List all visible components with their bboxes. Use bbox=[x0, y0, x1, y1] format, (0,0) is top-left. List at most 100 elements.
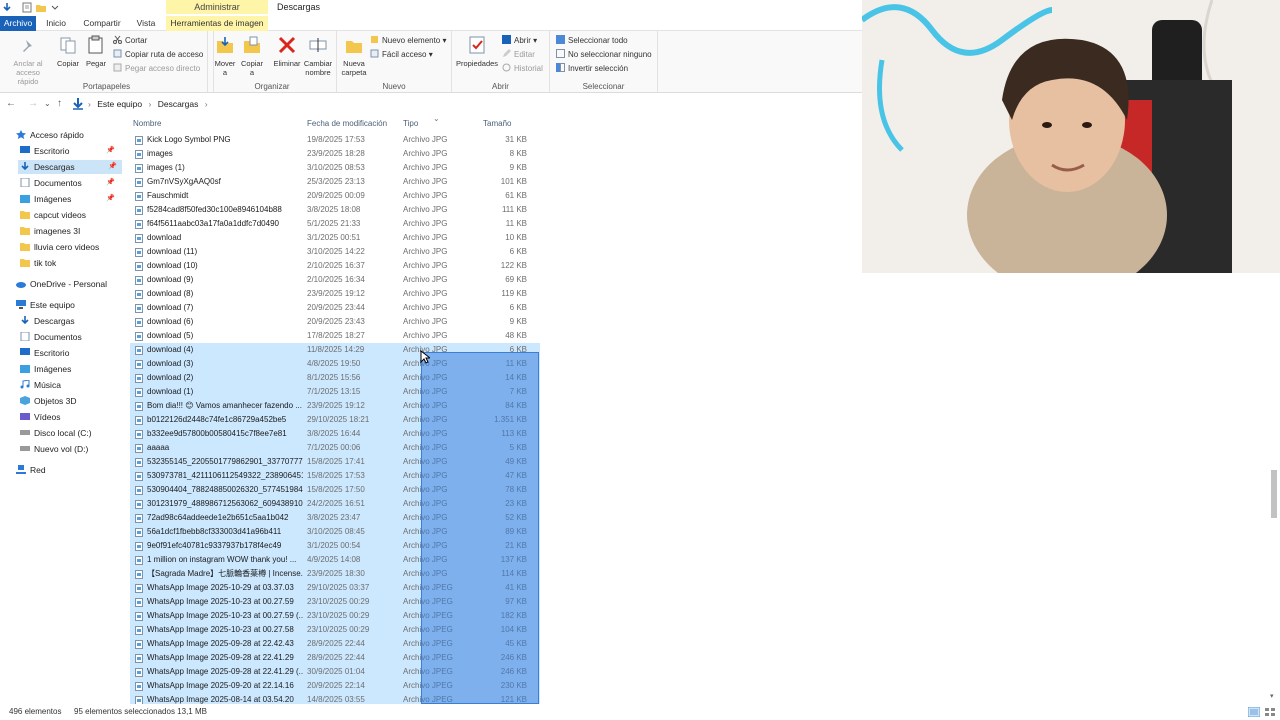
nav-escritorio-pc[interactable]: Escritorio bbox=[20, 346, 69, 360]
column-header-name[interactable]: Nombre bbox=[133, 119, 161, 128]
select-all-button[interactable]: Seleccionar todo bbox=[556, 35, 628, 47]
paste-button[interactable]: Pegar bbox=[84, 35, 108, 68]
history-button[interactable]: Historial bbox=[502, 63, 543, 75]
nav-red[interactable]: Red bbox=[16, 463, 46, 477]
nav-este-equipo[interactable]: Este equipo bbox=[16, 298, 75, 312]
file-row[interactable]: download (11) 3/10/2025 14:22 Archivo JPG 6… bbox=[130, 245, 540, 259]
nav-documentos-pc[interactable]: Documentos bbox=[20, 330, 82, 344]
column-header-date[interactable]: Fecha de modificación bbox=[307, 119, 387, 128]
image-file-icon bbox=[135, 178, 143, 187]
pin-icon[interactable]: 📌 bbox=[106, 147, 115, 155]
forward-icon[interactable]: → bbox=[28, 98, 38, 109]
properties-icon[interactable] bbox=[22, 2, 32, 13]
file-name: download (8) bbox=[147, 289, 194, 298]
up-icon[interactable]: ↑ bbox=[57, 98, 62, 109]
copy-to-button[interactable]: Copiar a bbox=[240, 35, 264, 77]
nav-onedrive[interactable]: OneDrive - Personal bbox=[16, 277, 107, 291]
invert-selection-button[interactable]: Invertir selección bbox=[556, 63, 628, 75]
nav-objetos-3d[interactable]: Objetos 3D bbox=[20, 394, 77, 408]
tab-compartir[interactable]: Compartir bbox=[80, 16, 124, 31]
tab-inicio[interactable]: Inicio bbox=[40, 16, 72, 31]
scroll-down-arrow-icon[interactable]: ▾ bbox=[1270, 692, 1274, 700]
nav-musica[interactable]: Música bbox=[20, 378, 61, 392]
details-view-icon[interactable] bbox=[1248, 707, 1260, 717]
column-header-type[interactable]: Tipo bbox=[403, 119, 418, 128]
file-date: 30/9/2025 01:04 bbox=[307, 667, 365, 676]
back-icon[interactable]: ← bbox=[6, 98, 16, 109]
easy-access-button[interactable]: Fácil acceso ▾ bbox=[370, 49, 433, 61]
nav-escritorio[interactable]: Escritorio 📌 bbox=[20, 144, 120, 158]
breadcrumb-descargas[interactable]: Descargas bbox=[158, 99, 199, 109]
nav-nuevo-vol-d[interactable]: Nuevo vol (D:) bbox=[20, 442, 88, 456]
file-row[interactable]: Kick Logo Symbol PNG 19/8/2025 17:53 Archi… bbox=[130, 133, 540, 147]
tab-vista[interactable]: Vista bbox=[132, 16, 160, 31]
image-file-icon bbox=[135, 472, 143, 481]
tab-herramientas-imagen[interactable]: Herramientas de imagen bbox=[166, 16, 268, 31]
pin-icon[interactable]: 📌 bbox=[106, 195, 115, 203]
chevron-down-icon[interactable] bbox=[50, 2, 60, 13]
cut-button[interactable]: Cortar bbox=[113, 35, 147, 47]
pin-icon[interactable]: 📌 bbox=[108, 163, 117, 171]
recent-chevron-icon[interactable]: ⌄ bbox=[44, 99, 51, 108]
nav-disco-c[interactable]: Disco local (C:) bbox=[20, 426, 92, 440]
file-name: Fauschmidt bbox=[147, 191, 189, 200]
select-none-button[interactable]: No seleccionar ninguno bbox=[556, 49, 652, 61]
file-size: 31 KB bbox=[505, 135, 527, 144]
copy-button[interactable]: Copiar bbox=[56, 35, 80, 68]
file-row[interactable]: images (1) 3/10/2025 08:53 Archivo JPG 9 KB bbox=[130, 161, 540, 175]
file-name: 530904404_788248850026320_5774519843... bbox=[147, 485, 303, 494]
copy-label: Copiar bbox=[56, 59, 80, 68]
open-button[interactable]: Abrir ▾ bbox=[502, 35, 537, 47]
file-row[interactable]: f64f5611aabc03a17fa0a1ddfc7d0490 5/1/2025… bbox=[130, 217, 540, 231]
new-folder-button[interactable]: Nueva carpeta bbox=[340, 35, 368, 77]
breadcrumb-separator: › bbox=[88, 99, 91, 109]
edit-button[interactable]: Editar bbox=[502, 49, 535, 61]
pin-quick-access-button[interactable]: Anclar al acceso rápido bbox=[2, 35, 54, 86]
group-label-organizar: Organizar bbox=[254, 82, 290, 91]
folder-icon[interactable] bbox=[36, 2, 46, 13]
paste-shortcut-button[interactable]: Pegar acceso directo bbox=[113, 63, 200, 75]
file-row[interactable]: download (5) 17/8/2025 18:27 Archivo JPG 48… bbox=[130, 329, 540, 343]
nav-videos[interactable]: Vídeos bbox=[20, 410, 60, 424]
file-row[interactable]: images 23/9/2025 18:28 Archivo JPG 8 KB bbox=[130, 147, 540, 161]
rename-button[interactable]: Cambiar nombre bbox=[302, 35, 334, 77]
quick-access-down-icon[interactable] bbox=[2, 2, 12, 13]
file-row[interactable]: f5284cad8f50fed30c100e8946104b88 3/8/2025… bbox=[130, 203, 540, 217]
image-file-icon bbox=[135, 500, 143, 509]
nav-lluvia-cero-videos[interactable]: lluvia cero videos bbox=[20, 240, 99, 254]
image-file-icon bbox=[135, 164, 143, 173]
tab-archivo[interactable]: Archivo bbox=[0, 16, 36, 31]
nav-descargas[interactable]: Descargas 📌 bbox=[18, 160, 122, 174]
scrollbar-thumb[interactable] bbox=[1271, 470, 1277, 518]
contextual-tab-administrar[interactable]: Administrar bbox=[166, 0, 268, 14]
nav-imagenes-3i[interactable]: imagenes 3I bbox=[20, 224, 80, 238]
nav-tik-tok[interactable]: tik tok bbox=[20, 256, 56, 270]
image-file-icon bbox=[135, 682, 143, 691]
properties-button[interactable]: Propiedades bbox=[455, 35, 499, 68]
nav-capcut-videos[interactable]: capcut videos bbox=[20, 208, 86, 222]
file-row[interactable]: download 3/1/2025 00:51 Archivo JPG 10 KB bbox=[130, 231, 540, 245]
nav-imagenes-pc[interactable]: Imágenes bbox=[20, 362, 71, 376]
breadcrumb-este-equipo[interactable]: Este equipo bbox=[97, 99, 142, 109]
ribbon: Anclar al acceso rápido Copiar Pegar Cor… bbox=[0, 31, 862, 93]
nav-imagenes[interactable]: Imágenes 📌 bbox=[20, 192, 120, 206]
file-date: 15/8/2025 17:41 bbox=[307, 457, 365, 466]
column-header-size[interactable]: Tamaño bbox=[483, 119, 511, 128]
file-row[interactable]: Gm7nVSyXgAAQ0sf 25/3/2025 23:13 Archivo JP… bbox=[130, 175, 540, 189]
large-icons-view-icon[interactable] bbox=[1264, 707, 1276, 717]
file-date: 20/9/2025 00:09 bbox=[307, 191, 365, 200]
delete-button[interactable]: Eliminar bbox=[272, 35, 302, 68]
new-item-button[interactable]: Nuevo elemento ▾ bbox=[370, 35, 447, 47]
nav-quick-access[interactable]: Acceso rápido bbox=[16, 128, 84, 142]
pin-icon[interactable]: 📌 bbox=[106, 179, 115, 187]
file-row[interactable]: Fauschmidt 20/9/2025 00:09 Archivo JPG 61 K… bbox=[130, 189, 540, 203]
file-row[interactable]: download (10) 2/10/2025 16:37 Archivo JPG 1… bbox=[130, 259, 540, 273]
nav-documentos[interactable]: Documentos 📌 bbox=[20, 176, 120, 190]
copy-path-button[interactable]: Copiar ruta de acceso bbox=[113, 49, 203, 61]
nav-descargas-pc[interactable]: Descargas bbox=[20, 314, 75, 328]
file-row[interactable]: download (7) 20/9/2025 23:44 Archivo JPG 6 … bbox=[130, 301, 540, 315]
file-row[interactable]: download (8) 23/9/2025 19:12 Archivo JPG 11… bbox=[130, 287, 540, 301]
move-to-button[interactable]: Mover a bbox=[213, 35, 237, 77]
file-row[interactable]: download (6) 20/9/2025 23:43 Archivo JPG 9 … bbox=[130, 315, 540, 329]
file-row[interactable]: download (9) 2/10/2025 16:34 Archivo JPG 69… bbox=[130, 273, 540, 287]
